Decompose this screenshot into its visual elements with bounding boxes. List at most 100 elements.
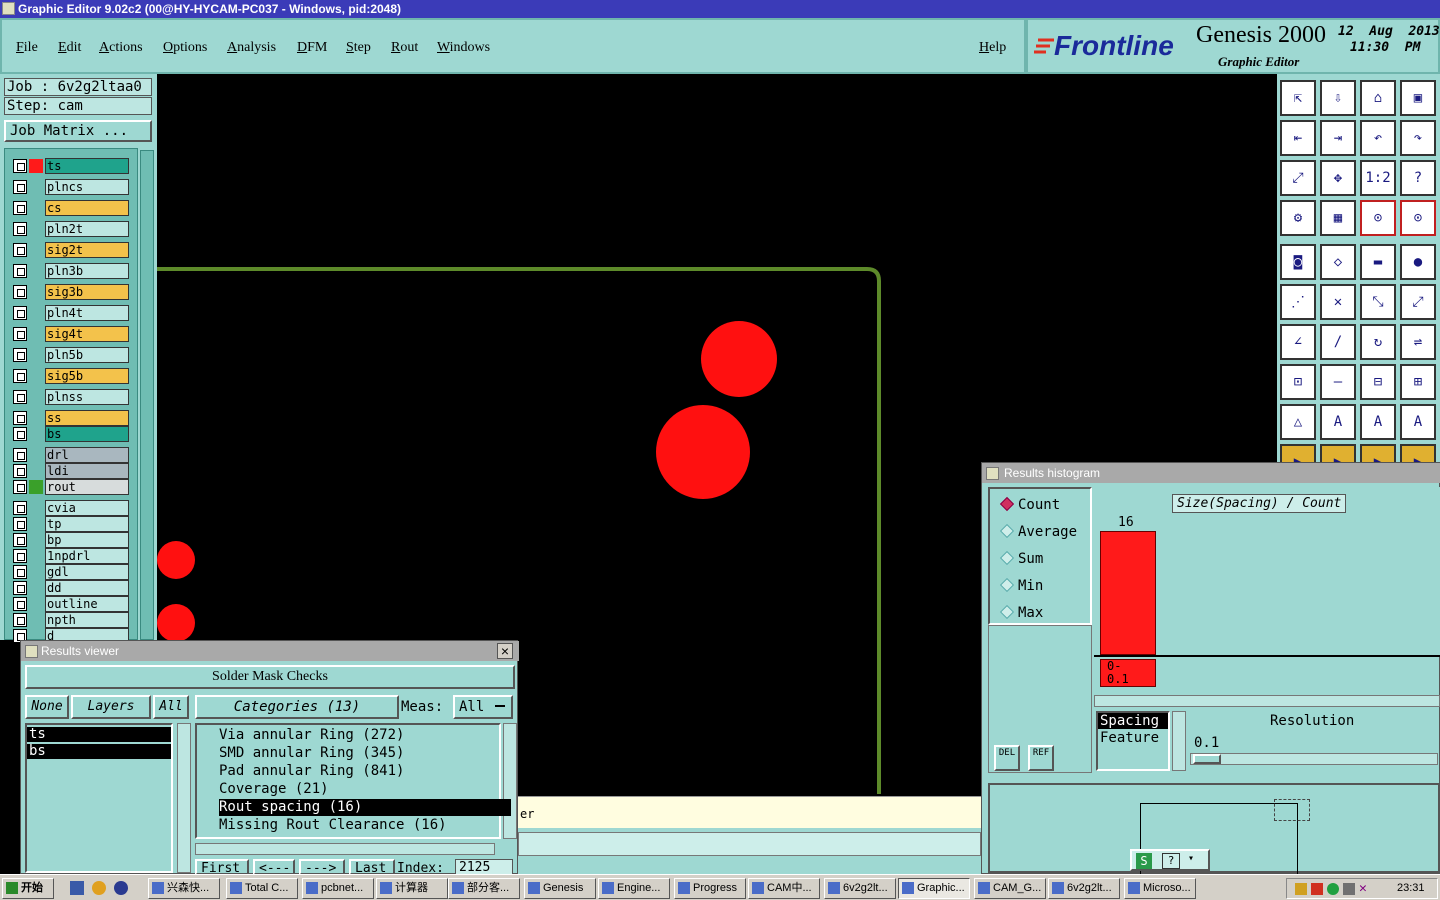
taskbar-item[interactable]: 6v2g2lt...	[824, 878, 896, 899]
histogram-hscroll[interactable]	[1094, 695, 1440, 707]
layer-row-sig5b[interactable]: sig5b	[11, 368, 129, 384]
layer-checkbox[interactable]	[13, 306, 27, 320]
taskbar-item[interactable]: CAM_G...	[974, 878, 1046, 899]
layer-checkbox[interactable]	[13, 613, 27, 627]
tray-close-icon[interactable]: ✕	[1359, 881, 1367, 896]
taskbar-item[interactable]: CAM中...	[748, 878, 820, 899]
prev-button[interactable]: <---	[253, 859, 295, 875]
pointer-icon[interactable]: ▶	[1400, 444, 1436, 470]
menu-help[interactable]: Help	[979, 40, 1006, 56]
mode-average-radio[interactable]: Average	[999, 523, 1077, 540]
layer-name[interactable]: rout	[45, 479, 129, 495]
layer-name[interactable]: ss	[45, 410, 129, 426]
layer-name[interactable]: bs	[45, 426, 129, 442]
resolution-slider-thumb[interactable]	[1193, 754, 1221, 764]
menu-options[interactable]: Options	[163, 40, 207, 56]
resolution-slider[interactable]	[1190, 753, 1438, 765]
line-node-icon[interactable]: ⤡	[1360, 284, 1396, 320]
layer-name[interactable]: pln3b	[45, 263, 129, 279]
mode-min-radio[interactable]: Min	[999, 577, 1043, 594]
layer-name[interactable]: sig5b	[45, 368, 129, 384]
home-icon[interactable]: ⌂	[1360, 80, 1396, 116]
mode-max-radio[interactable]: Max	[999, 604, 1043, 621]
browser-icon[interactable]	[92, 881, 106, 895]
grid-icon[interactable]: ▦	[1320, 200, 1356, 236]
category-item[interactable]: Via annular Ring (272)	[219, 727, 511, 744]
histogram-bar[interactable]	[1100, 531, 1156, 655]
ref-button[interactable]: REF	[1028, 745, 1054, 771]
layer-checkbox[interactable]	[13, 517, 27, 531]
layer-name[interactable]: npth	[45, 612, 129, 628]
layer-name[interactable]: 1npdrl	[45, 548, 129, 564]
layer-up-icon[interactable]: ⇩	[1320, 80, 1356, 116]
line-icon[interactable]: —	[1320, 364, 1356, 400]
rotate-icon[interactable]: ↻	[1360, 324, 1396, 360]
layer-name[interactable]: ts	[45, 158, 129, 174]
layer-name[interactable]: plncs	[45, 179, 129, 195]
close-icon[interactable]: ×	[497, 643, 513, 659]
layer-row-ss[interactable]: ss	[11, 410, 129, 426]
pointer-icon[interactable]: ▶	[1280, 444, 1316, 470]
redo-icon[interactable]: ↷	[1400, 120, 1436, 156]
category-item[interactable]: Pad annular Ring (841)	[219, 763, 511, 780]
layer-row-dd[interactable]: dd	[11, 580, 129, 596]
attribute-item-spacing[interactable]: Spacing	[1098, 713, 1168, 729]
layer-checkbox[interactable]	[13, 243, 27, 257]
menu-step[interactable]: Step	[346, 40, 371, 56]
pointer-icon[interactable]: ▶	[1360, 444, 1396, 470]
zoom-home-icon[interactable]: ⇱	[1280, 80, 1316, 116]
menu-file[interactable]: File	[16, 40, 38, 56]
layer-row-ldi[interactable]: ldi	[11, 463, 129, 479]
snap-icon[interactable]: ⊙	[1360, 200, 1396, 236]
layer-row-ts[interactable]: ts	[11, 158, 129, 174]
cross-icon[interactable]: ✕	[1320, 284, 1356, 320]
layer-checkbox[interactable]	[13, 597, 27, 611]
menu-actions[interactable]: Actions	[99, 40, 143, 56]
next-button[interactable]: --->	[299, 859, 345, 875]
layer-row-npth[interactable]: npth	[11, 612, 129, 628]
net-icon[interactable]: ⋰	[1280, 284, 1316, 320]
layer-list-scrollbar[interactable]	[177, 723, 191, 873]
snap-active-icon[interactable]: ⊙	[1400, 200, 1436, 236]
layer-name[interactable]: bp	[45, 532, 129, 548]
pan-left-icon[interactable]: ⇤	[1280, 120, 1316, 156]
layer-row-sig3b[interactable]: sig3b	[11, 284, 129, 300]
help-icon[interactable]: ?	[1162, 853, 1180, 869]
del-button[interactable]: DEL	[994, 745, 1020, 771]
one-to-one-icon[interactable]: 1:2	[1360, 160, 1396, 196]
shape-icon[interactable]: ◇	[1320, 244, 1356, 280]
taskbar-item[interactable]: 6v2g2lt...	[1048, 878, 1120, 899]
layer-name[interactable]: sig4t	[45, 326, 129, 342]
taskbar-item[interactable]: Engine...	[598, 878, 670, 899]
category-item[interactable]: Coverage (21)	[219, 781, 511, 798]
taskbar-item[interactable]: pcbnet...	[302, 878, 374, 899]
layer-checkbox[interactable]	[13, 464, 27, 478]
layer-checkbox[interactable]	[13, 427, 27, 441]
undo-icon[interactable]: ↶	[1360, 120, 1396, 156]
last-button[interactable]: Last	[349, 859, 395, 875]
layer-name[interactable]: pln4t	[45, 305, 129, 321]
layer-checkbox[interactable]	[13, 369, 27, 383]
measure-icon[interactable]: ⊟	[1360, 364, 1396, 400]
layer-row-bp[interactable]: bp	[11, 532, 129, 548]
layer-checkbox[interactable]	[13, 348, 27, 362]
center-icon[interactable]: ✥	[1320, 160, 1356, 196]
none-button[interactable]: None	[25, 695, 69, 719]
layer-row-pln4t[interactable]: pln4t	[11, 305, 129, 321]
layer-row-pln5b[interactable]: pln5b	[11, 347, 129, 363]
layer-name[interactable]: drl	[45, 447, 129, 463]
category-item[interactable]: Rout spacing (16)	[219, 799, 511, 816]
layer-checkbox[interactable]	[13, 533, 27, 547]
triangle-icon[interactable]: △	[1280, 404, 1316, 440]
menu-rout[interactable]: Rout	[391, 40, 418, 56]
layer-row-sig4t[interactable]: sig4t	[11, 326, 129, 342]
layer-checkbox[interactable]	[13, 501, 27, 515]
letter-a-icon[interactable]: A	[1320, 404, 1356, 440]
layer-name[interactable]: sig2t	[45, 242, 129, 258]
letter-a-cross-icon[interactable]: A	[1400, 404, 1436, 440]
job-matrix-button[interactable]: Job Matrix ...	[4, 120, 152, 142]
layer-name[interactable]: pln5b	[45, 347, 129, 363]
layer-checkbox[interactable]	[13, 549, 27, 563]
taskbar-item[interactable]: Genesis	[524, 878, 596, 899]
pan-right-icon[interactable]: ⇥	[1320, 120, 1356, 156]
